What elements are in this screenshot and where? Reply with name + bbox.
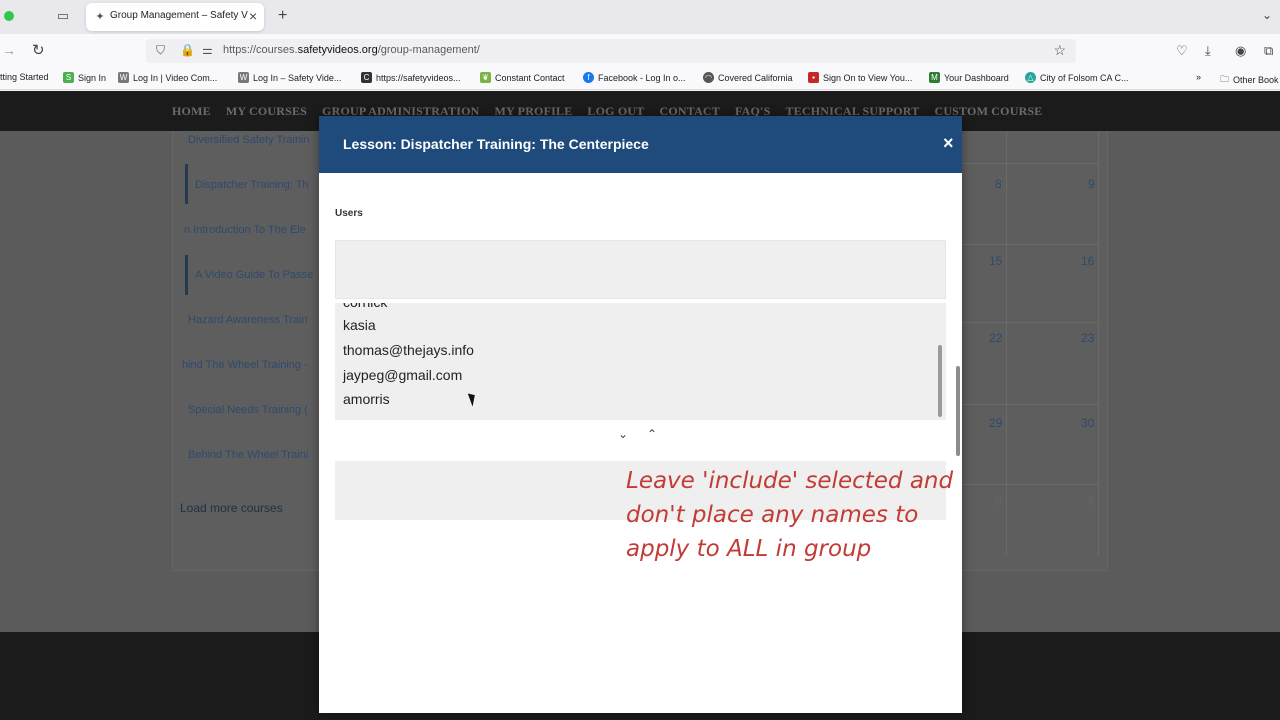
- course-item[interactable]: Behind The Wheel Traini: [188, 449, 308, 461]
- calendar-day[interactable]: 6: [1088, 494, 1095, 508]
- bookmark-favicon-icon: ▪: [808, 72, 819, 83]
- window-maximize-dot[interactable]: [4, 11, 14, 21]
- calendar-day[interactable]: 9: [1088, 177, 1095, 191]
- facebook-icon: f: [583, 72, 594, 83]
- calendar-day[interactable]: 8: [995, 177, 1002, 191]
- shield-icon[interactable]: ⛉: [156, 43, 165, 58]
- calendar-day[interactable]: 16: [1081, 254, 1094, 268]
- course-selected-bar: [185, 255, 188, 295]
- users-label: Users: [335, 208, 363, 219]
- browser-tab-bar: ▭ ✦ Group Management – Safety Vi × + ⌄: [0, 0, 1280, 34]
- bookmark-video-com[interactable]: W Log In | Video Com...: [118, 72, 217, 83]
- bookmark-city-of-folsom[interactable]: △ City of Folsom CA C...: [1025, 72, 1129, 83]
- download-icon[interactable]: ⤓: [1205, 43, 1211, 59]
- account-icon[interactable]: ◉: [1235, 43, 1246, 59]
- modal-header: Lesson: Dispatcher Training: The Centerp…: [319, 116, 962, 173]
- folder-icon: 🗀: [1220, 74, 1230, 84]
- bookmark-covered-california[interactable]: ◠ Covered California: [703, 72, 793, 83]
- user-option[interactable]: jaypeg@gmail.com: [343, 367, 462, 383]
- bookmark-constant-contact[interactable]: ❦ Constant Contact: [480, 72, 565, 83]
- bookmark-other-bookmarks[interactable]: 🗀 Other Book: [1220, 72, 1279, 88]
- user-option[interactable]: thomas@thejays.info: [343, 342, 474, 358]
- nav-home[interactable]: HOME: [172, 104, 211, 119]
- bookmark-safetyvideos[interactable]: Chttps://safetyvideos...: [361, 72, 461, 83]
- bookmark-favicon-icon: W: [238, 72, 249, 83]
- bookmark-sign-in[interactable]: S Sign In: [63, 72, 106, 83]
- user-option[interactable]: amorris: [343, 391, 390, 407]
- browser-tab-active[interactable]: ✦ Group Management – Safety Vi ×: [86, 3, 264, 31]
- calendar-day[interactable]: 5: [995, 494, 1002, 508]
- selected-users-box[interactable]: [335, 240, 946, 299]
- user-option[interactable]: kasia: [343, 317, 376, 333]
- course-item[interactable]: Diversified Safety Trainin: [188, 134, 310, 146]
- calendar-divider: [962, 244, 1099, 245]
- bookmark-star-icon[interactable]: ☆: [1053, 42, 1066, 59]
- instruction-annotation: Leave 'include' selected and don't place…: [626, 468, 954, 562]
- bookmark-favicon-icon: △: [1025, 72, 1036, 83]
- course-item[interactable]: A Video Guide To Passe: [195, 269, 313, 281]
- browser-nav-bar: → ↻ ⛉ 🔒 ⚌ https://courses.safetyvideos.o…: [0, 34, 1280, 68]
- bookmark-facebook[interactable]: f Facebook - Log In o...: [583, 72, 686, 83]
- course-selected-bar: [185, 164, 188, 204]
- tab-list-chevron-icon[interactable]: ⌄: [1262, 8, 1272, 22]
- bookmark-your-dashboard[interactable]: M Your Dashboard: [929, 72, 1009, 83]
- nav-my-courses[interactable]: MY COURSES: [226, 104, 307, 119]
- site-favicon-icon: ✦: [95, 11, 105, 23]
- calendar-day[interactable]: 23: [1081, 331, 1094, 345]
- listbox-scrollbar[interactable]: [938, 345, 942, 417]
- move-down-chevron-icon[interactable]: ⌄: [618, 427, 628, 441]
- user-option[interactable]: cornick: [343, 303, 387, 310]
- leaf-icon: ❦: [480, 72, 491, 83]
- bookmark-sign-on[interactable]: ▪ Sign On to View You...: [808, 72, 912, 83]
- bookmark-favicon-icon: M: [929, 72, 940, 83]
- bookmark-favicon-icon: W: [118, 72, 129, 83]
- course-item[interactable]: Dispatcher Training: Th: [195, 179, 309, 191]
- load-more-courses-link[interactable]: Load more courses: [180, 501, 283, 515]
- bookmark-safety-vide[interactable]: W Log In – Safety Vide...: [238, 72, 341, 83]
- course-item[interactable]: Hazard Awareness Train: [188, 314, 308, 326]
- lock-icon[interactable]: 🔒: [180, 43, 195, 57]
- modal-scrollbar[interactable]: [956, 366, 960, 456]
- url-bar[interactable]: ⛉ 🔒 ⚌ https://courses.safetyvideos.org/g…: [146, 39, 1076, 63]
- calendar-day[interactable]: 15: [989, 254, 1002, 268]
- calendar-divider: [962, 322, 1099, 323]
- move-up-chevron-icon[interactable]: ⌃: [647, 427, 657, 441]
- bookmarks-overflow-icon[interactable]: »: [1196, 72, 1201, 82]
- forward-arrow-icon[interactable]: →: [2, 42, 16, 58]
- bookmark-favicon-icon: S: [63, 72, 74, 83]
- new-tab-icon[interactable]: +: [278, 7, 287, 25]
- course-item[interactable]: Special Needs Training (: [188, 404, 308, 416]
- tab-title: Group Management – Safety Vi: [110, 10, 248, 21]
- reload-icon[interactable]: ↻: [32, 41, 45, 59]
- modal-title: Lesson: Dispatcher Training: The Centerp…: [343, 136, 649, 152]
- bookmarks-bar: tting Started S Sign In W Log In | Video C…: [0, 68, 1280, 90]
- course-item[interactable]: hind The Wheel Training -: [182, 359, 308, 371]
- tab-overview-icon[interactable]: ▭: [55, 8, 71, 24]
- lesson-modal: Lesson: Dispatcher Training: The Centerp…: [319, 116, 962, 713]
- users-listbox[interactable]: cornick kasia thomas@thejays.info jaypeg…: [335, 303, 946, 420]
- calendar-divider: [962, 404, 1099, 405]
- calendar-day[interactable]: 22: [989, 331, 1002, 345]
- bookmark-getting-started[interactable]: tting Started: [0, 72, 49, 82]
- calendar-day[interactable]: 30: [1081, 416, 1094, 430]
- calendar-day[interactable]: 29: [989, 416, 1002, 430]
- close-icon[interactable]: ×: [943, 133, 954, 154]
- url-text[interactable]: https://courses.safetyvideos.org/group-m…: [223, 44, 480, 56]
- bookmark-favicon-icon: C: [361, 72, 372, 83]
- course-item[interactable]: n Introduction To The Ele: [184, 224, 306, 236]
- pocket-icon[interactable]: ♡: [1176, 43, 1188, 59]
- calendar-divider: [1098, 131, 1099, 556]
- bookmark-favicon-icon: ◠: [703, 72, 714, 83]
- calendar-divider: [962, 484, 1099, 485]
- extensions-icon[interactable]: ⧉: [1264, 43, 1273, 59]
- calendar-divider: [962, 163, 1099, 164]
- calendar-divider: [1006, 131, 1007, 556]
- permissions-icon[interactable]: ⚌: [202, 43, 213, 57]
- tab-close-icon[interactable]: ×: [249, 8, 257, 24]
